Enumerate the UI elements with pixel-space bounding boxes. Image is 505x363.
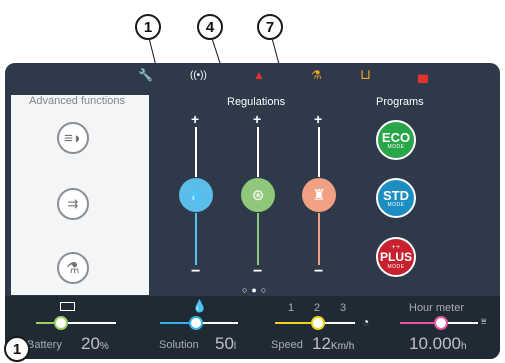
brush-slider-track-lower[interactable] (257, 213, 259, 265)
brush-slider-track-upper[interactable] (257, 127, 259, 177)
speed-knob[interactable] (311, 316, 325, 330)
flask-icon: ⚗ (66, 260, 80, 277)
water-drop-icon: 💧 (192, 299, 207, 313)
solution-slider-track-upper[interactable] (195, 127, 197, 177)
speed-label: Speed (271, 339, 303, 351)
eco-mode-label: ECO (381, 129, 411, 145)
programs-title: Programs (376, 96, 424, 108)
std-mode-label: STD (383, 187, 409, 203)
speed-level-3[interactable]: 3 (340, 302, 346, 314)
solution-minus-button[interactable]: − (191, 263, 200, 281)
callout-4-label: 4 (205, 18, 215, 36)
plus-mode-sub: MODE (387, 263, 405, 270)
solution-slider-track-lower[interactable] (195, 213, 197, 265)
speed-level-1[interactable]: 1 (288, 302, 294, 314)
wrench-icon[interactable]: 🔧 (138, 68, 153, 82)
std-mode-button[interactable]: STD MODE (376, 178, 416, 218)
battery-track (36, 322, 116, 324)
side-brush-button[interactable]: ⇉ (57, 188, 89, 220)
regulations-title: Regulations (227, 96, 286, 108)
solution-value: 50l (215, 334, 237, 353)
battery-knob (54, 316, 68, 330)
brush-deck-icon: ⩸ (481, 316, 487, 326)
solution-plus-button[interactable]: + (191, 111, 199, 127)
callout-7-label: 7 (265, 18, 275, 36)
vacuum-slider-track-lower[interactable] (318, 213, 320, 265)
brush-plus-button[interactable]: + (253, 111, 261, 127)
side-brush-icon: ⇉ (67, 196, 79, 211)
warning-triangle-icon[interactable]: ▲ (253, 68, 265, 82)
brush-pressure-slider-knob[interactable]: ⊛ (241, 178, 275, 212)
brush-pressure-icon: ⊛ (251, 187, 265, 204)
solution-label: Solution (159, 339, 199, 351)
wireless-signal-icon[interactable]: ((•)) (190, 70, 207, 81)
battery-icon (60, 302, 75, 311)
vacuum-slider-track-upper[interactable] (318, 127, 320, 177)
vacuum-squeegee-icon: ♜ (312, 187, 326, 204)
callout-7: 7 (257, 14, 283, 40)
hour-meter-label: Hour meter (409, 302, 465, 314)
callout-bottom-1-label: 1 (12, 340, 22, 358)
solution-slider-knob[interactable]: 💧 (179, 178, 213, 212)
advanced-functions-panel: Advanced functions ≡◗ ⇉ ⚗ (11, 95, 149, 295)
detergent-button[interactable]: ⚗ (57, 252, 89, 284)
brush-minus-button[interactable]: − (253, 263, 262, 281)
speed-level-2[interactable]: 2 (314, 302, 320, 314)
control-panel-screen: 🔧 ((•)) ▲ ⚗ ⊔ ▄ Advanced functions ≡◗ ⇉ … (5, 63, 500, 359)
headlight-icon: ≡◗ (64, 129, 82, 147)
flask-icon[interactable]: ⚗ (311, 68, 322, 82)
plus-mode-label: PLUS (379, 249, 412, 264)
speed-value: 12Km/h (312, 334, 355, 353)
eco-mode-sub: MODE (387, 143, 405, 150)
plus-mode-button[interactable]: ++ PLUS MODE (376, 237, 416, 277)
callout-1: 1 (135, 14, 161, 40)
std-mode-sub: MODE (387, 201, 405, 208)
eco-mode-button[interactable]: ECO MODE (376, 120, 416, 160)
callout-1-label: 1 (143, 18, 153, 36)
water-drop-icon: 💧 (186, 187, 206, 204)
hour-meter-knob (434, 316, 448, 330)
battery-value: 20% (81, 334, 109, 353)
bottom-status-bar: Battery 20% 💧 Solution 50l 1 2 3 ◔ Speed… (5, 296, 500, 359)
callout-bottom-1: 1 (4, 336, 30, 362)
headlight-button[interactable]: ≡◗ (57, 122, 89, 154)
hour-meter-value: 10.000h (409, 334, 467, 353)
speedometer-icon: ◔ (362, 315, 370, 329)
battery-label: Battery (27, 339, 62, 351)
vacuum-slider-knob[interactable]: ♜ (302, 178, 336, 212)
callout-4: 4 (197, 14, 223, 40)
status-bar: 🔧 ((•)) ▲ ⚗ ⊔ ▄ (5, 63, 500, 88)
recovery-tank-icon[interactable]: ⊔ (360, 66, 371, 83)
recovery-tank-full-icon[interactable]: ▄ (418, 66, 428, 82)
solution-knob (189, 316, 203, 330)
advanced-functions-title: Advanced functions (29, 95, 126, 107)
page-indicator[interactable]: ○●○ (242, 285, 270, 295)
vacuum-minus-button[interactable]: − (314, 263, 323, 281)
vacuum-plus-button[interactable]: + (314, 111, 322, 127)
